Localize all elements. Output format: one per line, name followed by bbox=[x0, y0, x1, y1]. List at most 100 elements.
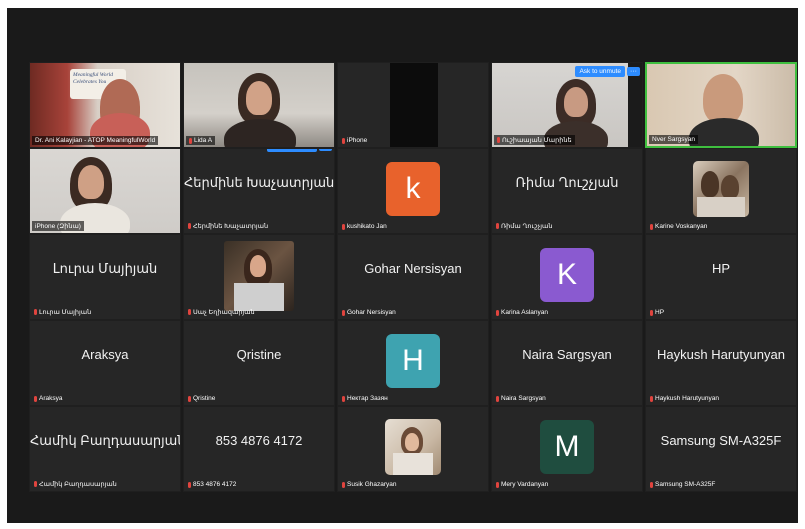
muted-mic-icon bbox=[188, 395, 191, 402]
participant-display-name: Qristine bbox=[236, 347, 282, 362]
participant-figure bbox=[564, 87, 588, 117]
participant-display-name: Araksya bbox=[81, 347, 129, 362]
participant-display-name: Gohar Nersisyan bbox=[364, 261, 462, 276]
avatar-figure bbox=[721, 175, 739, 199]
participant-name-label: Susik Ghazaryan bbox=[342, 481, 397, 488]
participant-name-label: Naira Sargsyan bbox=[496, 395, 546, 402]
participant-tile-karine-voskanyan[interactable]: Karine Voskanyan bbox=[645, 148, 797, 234]
participant-name-label: Սաչ Եղիազարյան bbox=[188, 308, 255, 316]
participant-display-name: Haykush Harutyunyan bbox=[657, 347, 785, 362]
participant-tile-gohar[interactable]: Gohar Nersisyan Gohar Nersisyan bbox=[337, 234, 489, 320]
participant-display-name: Ռիմա Ղուշչյան bbox=[515, 175, 619, 190]
muted-mic-icon bbox=[34, 309, 37, 315]
participant-name-label: Համիկ Բաղդասարյան bbox=[34, 480, 117, 488]
participant-display-name: HP bbox=[711, 261, 731, 276]
video-feed: Meaningful World Celebrates You bbox=[30, 63, 180, 147]
muted-mic-icon bbox=[650, 481, 653, 488]
avatar-figure bbox=[393, 453, 433, 475]
participant-name-label: Gohar Nersisyan bbox=[342, 309, 396, 316]
video-feed bbox=[647, 64, 795, 146]
participant-name-label: iPhone bbox=[342, 137, 367, 144]
participant-tile-hp[interactable]: HP HP bbox=[645, 234, 797, 320]
muted-mic-icon bbox=[188, 481, 191, 488]
muted-mic-icon bbox=[189, 137, 192, 144]
video-feed bbox=[184, 63, 334, 147]
participant-name-label: Karine Voskanyan bbox=[650, 223, 707, 230]
ask-to-unmute-control[interactable]: Ask to unmute ··· bbox=[267, 149, 332, 152]
participant-name-label: Ուշիաայան Մարինե bbox=[494, 135, 575, 145]
muted-mic-icon bbox=[342, 395, 345, 402]
participant-tile-samsung[interactable]: Samsung SM-A325F Samsung SM-A325F bbox=[645, 406, 797, 492]
participant-name-label: Mery Vardanyan bbox=[496, 481, 548, 488]
participant-display-name: 853 4876 4172 bbox=[215, 433, 303, 448]
participant-tile-sach[interactable]: Սաչ Եղիազարյան bbox=[183, 234, 335, 320]
participant-tile-hamik[interactable]: Համիկ Բաղդասարյան Համիկ Բաղդասարյան bbox=[29, 406, 181, 492]
participant-tile-haykush[interactable]: Haykush Harutyunyan Haykush Harutyunyan bbox=[645, 320, 797, 406]
participant-avatar: K bbox=[540, 248, 594, 302]
participant-tile-susik[interactable]: Susik Ghazaryan bbox=[337, 406, 489, 492]
participant-name-label: Nver Sargsyan bbox=[649, 135, 698, 144]
participant-figure bbox=[689, 118, 759, 146]
avatar-figure bbox=[405, 433, 419, 451]
participant-name-label: HP bbox=[650, 309, 664, 316]
participant-figure bbox=[246, 81, 272, 115]
participant-name-label: kushikato Jan bbox=[342, 223, 387, 230]
more-options-button[interactable]: ··· bbox=[627, 67, 640, 76]
participant-avatar: M bbox=[540, 420, 594, 474]
muted-mic-icon bbox=[34, 481, 37, 487]
participant-name-label: iPhone (Զինա) bbox=[32, 221, 84, 231]
participant-tile-rima[interactable]: Ռիմա Ղուշչյան Ռիմա Ղուշչյան bbox=[491, 148, 643, 234]
participant-name-label: Haykush Harutyunyan bbox=[650, 395, 719, 402]
gallery-grid: Meaningful World Celebrates You Dr. Ani … bbox=[29, 62, 797, 492]
participant-tile-hermine[interactable]: Ask to unmute ··· Հերմինե Խաչատրյան Հերմ… bbox=[183, 148, 335, 234]
participant-tile-iphone[interactable]: iPhone bbox=[337, 62, 489, 148]
participant-tile-mery[interactable]: M Mery Vardanyan bbox=[491, 406, 643, 492]
participant-avatar bbox=[693, 161, 749, 217]
participant-tile-araksya[interactable]: Araksya Araksya bbox=[29, 320, 181, 406]
muted-mic-icon bbox=[650, 309, 653, 316]
participant-tile-marine[interactable]: Ask to unmute ··· Ուշիաայան Մարինե bbox=[491, 62, 643, 148]
participant-tile-phone-number[interactable]: 853 4876 4172 853 4876 4172 bbox=[183, 406, 335, 492]
participant-avatar bbox=[385, 419, 441, 475]
participant-name-label: Araksya bbox=[34, 395, 62, 402]
ask-to-unmute-button[interactable]: Ask to unmute bbox=[575, 66, 625, 77]
muted-mic-icon bbox=[496, 481, 499, 488]
participant-figure bbox=[78, 165, 104, 199]
participant-name-label: 853 4876 4172 bbox=[188, 481, 236, 488]
participant-name-label: Ռիմա Ղուշչյան bbox=[496, 222, 552, 230]
participant-display-name: Հերմինե Խաչատրյան bbox=[184, 175, 335, 190]
participant-name-label: Lida A bbox=[186, 136, 216, 145]
ask-to-unmute-control[interactable]: Ask to unmute ··· bbox=[575, 66, 640, 77]
participant-tile-nver-sargsyan[interactable]: Nver Sargsyan bbox=[645, 62, 797, 148]
participant-name-label: Нектар Зазян bbox=[342, 395, 388, 402]
muted-mic-icon bbox=[342, 137, 345, 144]
video-dark-area bbox=[390, 63, 438, 147]
participant-tile-lida-a[interactable]: Lida A bbox=[183, 62, 335, 148]
avatar-figure bbox=[701, 171, 719, 197]
participant-name-label: Samsung SM-A325F bbox=[650, 481, 715, 488]
participant-tile-karina-aslanyan[interactable]: K Karina Aslanyan bbox=[491, 234, 643, 320]
avatar-figure bbox=[250, 255, 266, 277]
participant-avatar bbox=[224, 241, 294, 311]
participant-display-name: Samsung SM-A325F bbox=[660, 433, 782, 448]
muted-mic-icon bbox=[342, 223, 345, 230]
participant-tile-ani-kalayjian[interactable]: Meaningful World Celebrates You Dr. Ani … bbox=[29, 62, 181, 148]
more-options-button[interactable]: ··· bbox=[319, 149, 332, 151]
muted-mic-icon bbox=[496, 309, 499, 316]
participant-name-label: Karina Aslanyan bbox=[496, 309, 548, 316]
participant-tile-kushikato[interactable]: k kushikato Jan bbox=[337, 148, 489, 234]
muted-mic-icon bbox=[496, 395, 499, 402]
participant-tile-nektar[interactable]: H Нектар Зазян bbox=[337, 320, 489, 406]
participant-name-label: Լուրա Մայիյան bbox=[34, 308, 91, 316]
participant-tile-naira[interactable]: Naira Sargsyan Naira Sargsyan bbox=[491, 320, 643, 406]
participant-tile-iphone-zina[interactable]: iPhone (Զինա) bbox=[29, 148, 181, 234]
muted-mic-icon bbox=[342, 481, 345, 488]
muted-mic-icon bbox=[497, 137, 500, 143]
muted-mic-icon bbox=[188, 309, 191, 315]
participant-avatar: H bbox=[386, 334, 440, 388]
participant-tile-qristine[interactable]: Qristine Qristine bbox=[183, 320, 335, 406]
avatar-figure bbox=[697, 197, 745, 217]
ask-to-unmute-button[interactable]: Ask to unmute bbox=[267, 149, 317, 152]
participant-tile-lura[interactable]: Լուրա Մայիյան Լուրա Մայիյան bbox=[29, 234, 181, 320]
participant-figure bbox=[224, 119, 296, 147]
